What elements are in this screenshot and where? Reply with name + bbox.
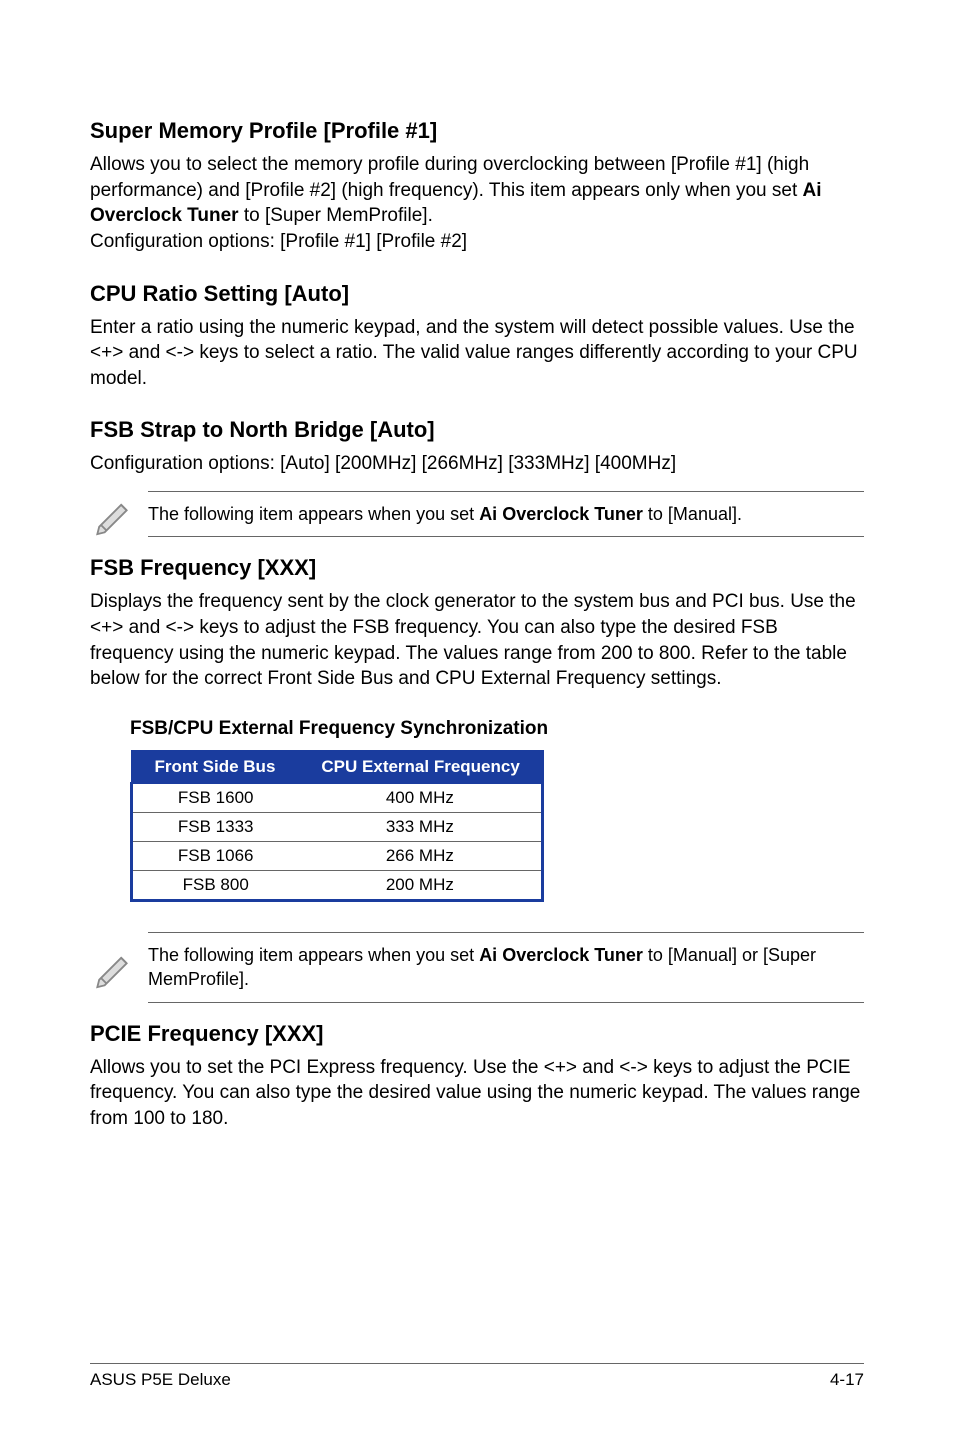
- heading-cpu-ratio-setting: CPU Ratio Setting [Auto]: [90, 281, 864, 307]
- bold-text: Ai Overclock Tuner: [479, 945, 643, 965]
- heading-pcie-frequency: PCIE Frequency [XXX]: [90, 1021, 864, 1047]
- note-content: The following item appears when you set …: [148, 932, 864, 1003]
- paragraph: Displays the frequency sent by the clock…: [90, 589, 864, 692]
- section-pcie-frequency: PCIE Frequency [XXX] Allows you to set t…: [90, 1021, 864, 1132]
- table-fsb-cpu-sync: FSB/CPU External Frequency Synchronizati…: [130, 718, 864, 902]
- heading-fsb-strap: FSB Strap to North Bridge [Auto]: [90, 417, 864, 443]
- pencil-icon: [90, 945, 134, 989]
- table-cell: 333 MHz: [298, 812, 542, 841]
- footer-page-number: 4-17: [830, 1370, 864, 1390]
- pencil-icon: [90, 492, 134, 536]
- table-cell: 400 MHz: [298, 783, 542, 813]
- frequency-table: Front Side Bus CPU External Frequency FS…: [130, 750, 544, 902]
- note-box: The following item appears when you set …: [90, 932, 864, 1003]
- table-header-cell: Front Side Bus: [132, 751, 299, 783]
- text: to [Manual].: [643, 504, 742, 524]
- table-cell: 200 MHz: [298, 870, 542, 900]
- heading-fsb-frequency: FSB Frequency [XXX]: [90, 555, 864, 581]
- page-footer: ASUS P5E Deluxe 4-17: [90, 1363, 864, 1390]
- table-cell: 266 MHz: [298, 841, 542, 870]
- section-cpu-ratio-setting: CPU Ratio Setting [Auto] Enter a ratio u…: [90, 281, 864, 392]
- paragraph-config-options: Configuration options: [Profile #1] [Pro…: [90, 229, 864, 255]
- section-super-memory-profile: Super Memory Profile [Profile #1] Allows…: [90, 118, 864, 255]
- paragraph: Allows you to select the memory profile …: [90, 152, 864, 229]
- paragraph: Allows you to set the PCI Express freque…: [90, 1055, 864, 1132]
- section-fsb-strap: FSB Strap to North Bridge [Auto] Configu…: [90, 417, 864, 477]
- table-cell: FSB 1066: [132, 841, 299, 870]
- table-row: FSB 1333 333 MHz: [132, 812, 543, 841]
- table-caption: FSB/CPU External Frequency Synchronizati…: [130, 718, 864, 740]
- note-content: The following item appears when you set …: [148, 491, 864, 537]
- table-cell: FSB 1600: [132, 783, 299, 813]
- text: Allows you to select the memory profile …: [90, 154, 809, 201]
- note-box: The following item appears when you set …: [90, 491, 864, 537]
- text: The following item appears when you set: [148, 945, 479, 965]
- text: to [Super MemProfile].: [239, 205, 433, 226]
- bold-text: Ai Overclock Tuner: [479, 504, 643, 524]
- footer-product-name: ASUS P5E Deluxe: [90, 1370, 231, 1390]
- table-header-cell: CPU External Frequency: [298, 751, 542, 783]
- table-row: FSB 800 200 MHz: [132, 870, 543, 900]
- table-cell: FSB 800: [132, 870, 299, 900]
- paragraph: Enter a ratio using the numeric keypad, …: [90, 315, 864, 392]
- text: The following item appears when you set: [148, 504, 479, 524]
- heading-super-memory-profile: Super Memory Profile [Profile #1]: [90, 118, 864, 144]
- table-cell: FSB 1333: [132, 812, 299, 841]
- table-header-row: Front Side Bus CPU External Frequency: [132, 751, 543, 783]
- table-row: FSB 1066 266 MHz: [132, 841, 543, 870]
- table-row: FSB 1600 400 MHz: [132, 783, 543, 813]
- section-fsb-frequency: FSB Frequency [XXX] Displays the frequen…: [90, 555, 864, 692]
- paragraph-config-options: Configuration options: [Auto] [200MHz] […: [90, 451, 864, 477]
